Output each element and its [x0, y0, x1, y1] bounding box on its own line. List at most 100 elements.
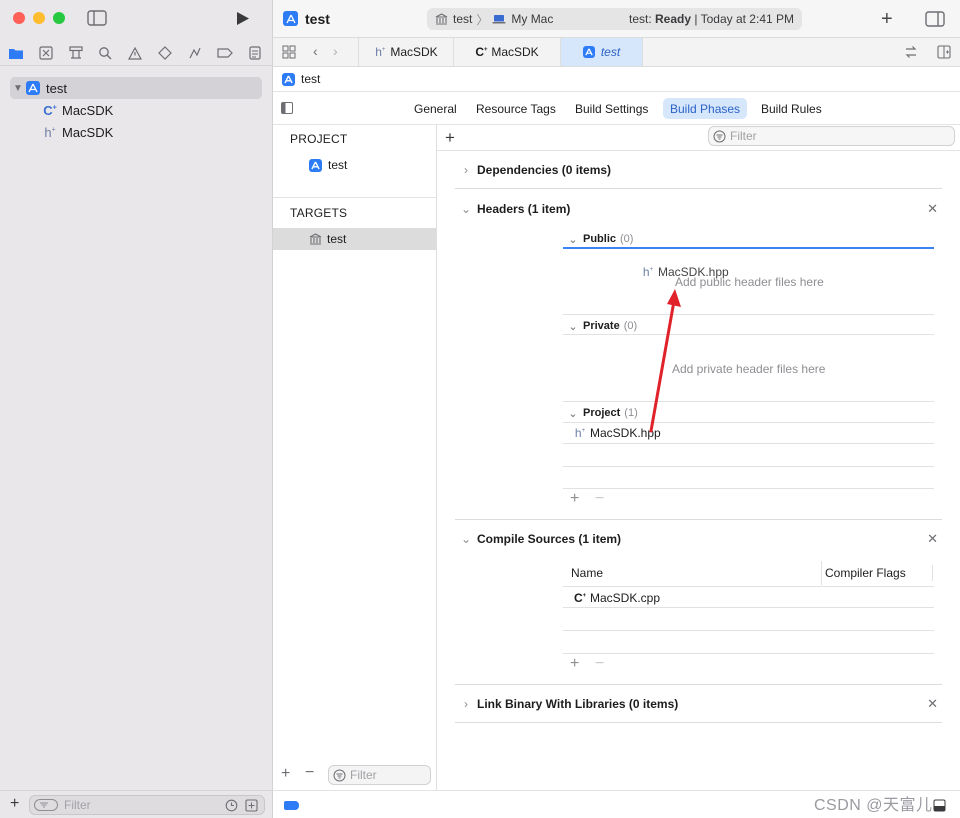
file-label: MacSDK.cpp [590, 591, 661, 605]
tab-resource-tags[interactable]: Resource Tags [469, 98, 563, 119]
tab-project[interactable]: test [561, 38, 643, 66]
header-file-icon: h+ [44, 124, 56, 140]
chevron-down-icon[interactable]: ⌄ [455, 532, 477, 546]
group-count: (1) [624, 407, 638, 419]
recent-files-icon[interactable] [225, 799, 238, 812]
column-name[interactable]: Name [571, 566, 603, 580]
toggle-navigator-icon[interactable] [87, 10, 107, 26]
tab-build-rules[interactable]: Build Rules [754, 98, 829, 119]
target-item[interactable]: test [273, 228, 436, 250]
folder-icon[interactable] [7, 44, 25, 62]
phase-link-binary[interactable]: › Link Binary With Libraries (0 items) ✕ [455, 685, 942, 723]
warning-icon[interactable] [126, 44, 144, 62]
breakpoint-navigator-icon[interactable] [216, 44, 234, 62]
tree-item-header-file[interactable]: h+ MacSDK [42, 121, 262, 143]
column-compiler-flags[interactable]: Compiler Flags [825, 566, 906, 580]
back-arrow-icon[interactable]: ‹ [313, 43, 318, 59]
search-icon[interactable] [96, 44, 114, 62]
project-item[interactable]: test [273, 154, 436, 176]
disclosure-open-icon[interactable]: ▼ [10, 83, 26, 94]
remove-header-button[interactable]: − [595, 490, 604, 508]
resize-handle-icon[interactable] [933, 799, 946, 812]
targets-filter-field[interactable]: Filter [328, 765, 431, 785]
editor-tab-bar: ‹ › h+ MacSDK C+ MacSDK test [273, 38, 960, 67]
group-count: (0) [623, 320, 638, 332]
tab-header-file[interactable]: h+ MacSDK [358, 38, 454, 66]
annotation-arrow [649, 289, 681, 433]
destination-selector[interactable]: My Mac [511, 12, 553, 26]
divider [563, 334, 934, 335]
add-build-phase-button[interactable]: + [445, 128, 455, 148]
tab-cpp-file[interactable]: C+ MacSDK [454, 38, 561, 66]
jump-bar[interactable]: test [273, 67, 960, 92]
project-headers-group[interactable]: ⌄ Project (1) [563, 405, 934, 421]
grid-icon[interactable] [282, 45, 296, 59]
debug-navigator-icon[interactable] [186, 44, 204, 62]
phase-title: Dependencies (0 items) [477, 162, 612, 177]
test-navigator-icon[interactable] [156, 44, 174, 62]
tree-item-project[interactable]: ▼ test [10, 77, 262, 99]
delete-phase-button[interactable]: ✕ [927, 201, 938, 217]
swap-editor-icon[interactable] [904, 45, 918, 59]
filter-placeholder: Filter [64, 798, 91, 812]
add-editor-icon[interactable] [937, 45, 951, 59]
debug-area-toggle-icon[interactable] [284, 801, 299, 810]
targets-footer: + − Filter [273, 760, 437, 790]
tab-build-settings[interactable]: Build Settings [568, 98, 655, 119]
tab-general[interactable]: General [407, 98, 464, 119]
minimize-window-button[interactable] [33, 12, 45, 24]
delete-phase-button[interactable]: ✕ [927, 696, 938, 712]
source-control-icon[interactable] [37, 44, 55, 62]
add-library-button[interactable]: + [881, 8, 893, 31]
private-headers-placeholder: Add private header files here [672, 362, 826, 376]
public-headers-group[interactable]: ⌄ Public (0) [563, 231, 934, 247]
private-headers-group[interactable]: ⌄ Private (0) [563, 318, 934, 334]
project-editor-tabs: General Resource Tags Build Settings Bui… [273, 92, 960, 125]
phase-headers[interactable]: ⌄ Headers (1 item) ✕ [455, 190, 942, 228]
chevron-down-icon[interactable]: ⌄ [455, 202, 477, 216]
build-status: test: Ready | Today at 2:41 PM [629, 12, 794, 26]
remove-source-button[interactable]: − [595, 655, 604, 673]
divider [563, 443, 934, 444]
activity-view[interactable]: test 〉 My Mac test: Ready | Today at 2:4… [427, 8, 802, 30]
filter-options-icon[interactable] [34, 799, 58, 811]
report-navigator-icon[interactable] [246, 44, 264, 62]
chevron-down-icon[interactable]: ⌄ [563, 407, 583, 420]
tree-item-cpp-file[interactable]: C+ MacSDK [42, 99, 262, 121]
chevron-down-icon[interactable]: ⌄ [563, 233, 583, 246]
tab-build-phases[interactable]: Build Phases [663, 98, 748, 119]
targets-list: PROJECT test TARGETS test [273, 125, 437, 790]
add-file-button[interactable]: + [10, 795, 19, 813]
add-target-button[interactable]: + [281, 765, 290, 783]
add-header-button[interactable]: + [570, 490, 579, 508]
delete-phase-button[interactable]: ✕ [927, 531, 938, 547]
target-icon [309, 233, 322, 245]
show-targets-list-icon[interactable] [281, 102, 293, 114]
run-button[interactable] [236, 11, 250, 26]
source-control-filter-icon[interactable] [245, 799, 258, 812]
phase-compile-sources[interactable]: ⌄ Compile Sources (1 item) ✕ [455, 520, 942, 558]
add-source-button[interactable]: + [570, 655, 579, 673]
jump-bar-label[interactable]: test [301, 72, 320, 86]
compile-source-row[interactable]: C+ MacSDK.cpp [574, 591, 660, 605]
cpp-file-icon: C+ [43, 102, 57, 118]
compile-sources-table-header: Name Compiler Flags [563, 561, 934, 585]
toggle-inspector-icon[interactable] [925, 11, 945, 27]
chevron-right-icon[interactable]: › [455, 697, 477, 711]
scheme-icon [435, 13, 448, 25]
zoom-window-button[interactable] [53, 12, 65, 24]
group-label: Project [583, 407, 621, 419]
forward-arrow-icon[interactable]: › [333, 43, 338, 59]
scheme-selector[interactable]: test [453, 12, 472, 26]
phase-dependencies[interactable]: › Dependencies (0 items) [455, 151, 942, 189]
drop-target-highlight [563, 247, 934, 249]
remove-target-button[interactable]: − [305, 764, 314, 782]
chevron-down-icon[interactable]: ⌄ [563, 320, 583, 333]
close-window-button[interactable] [13, 12, 25, 24]
symbol-navigator-icon[interactable] [67, 44, 85, 62]
cpp-file-icon: C+ [574, 591, 587, 605]
chevron-right-icon[interactable]: › [455, 163, 477, 177]
phases-filter-field[interactable]: Filter [708, 126, 955, 146]
navigator-filter-field[interactable]: Filter [29, 795, 265, 815]
window-toolbar: test test 〉 My Mac test: Ready | Today a… [273, 0, 960, 38]
